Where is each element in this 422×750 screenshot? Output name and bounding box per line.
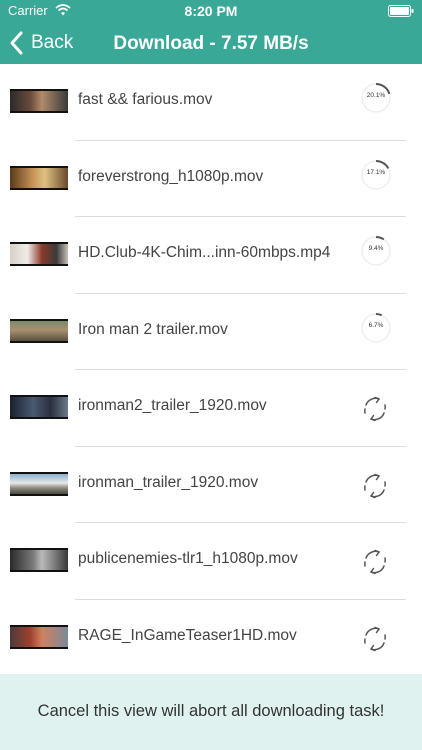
waiting-refresh-icon (364, 626, 386, 651)
video-thumbnail (10, 318, 68, 343)
list-item[interactable]: ironman2_trailer_1920.mov (0, 370, 422, 447)
video-thumbnail (10, 471, 68, 496)
list-item[interactable]: RAGE_InGameTeaser1HD.mov (0, 600, 422, 677)
footer-message: Cancel this view will abort all download… (37, 702, 385, 720)
video-thumbnail (10, 165, 68, 190)
file-name: ironman_trailer_1920.mov (78, 473, 259, 491)
list-item[interactable]: ironman_trailer_1920.mov (0, 447, 422, 524)
file-name: ironman2_trailer_1920.mov (78, 397, 267, 414)
video-thumbnail (10, 395, 68, 419)
progress-percent: 20.1% (366, 92, 386, 99)
status-bar: Carrier 8:20 PM (0, 0, 422, 22)
file-name: Iron man 2 trailer.mov (78, 320, 228, 338)
waiting-refresh-icon (364, 473, 386, 498)
list-item[interactable]: HD.Club-4K-Chim...inn-60mbps.mp4 9.4% (0, 217, 422, 294)
progress-percent: 17.1% (366, 168, 386, 176)
list-item[interactable]: publicenemies-tlr1_h1080p.mov (0, 523, 422, 600)
file-name: RAGE_InGameTeaser1HD.mov (78, 626, 297, 644)
battery-icon (388, 5, 414, 17)
file-name: foreverstrong_h1080p.mov (78, 167, 264, 185)
progress-indicator: 9.4% (360, 235, 392, 267)
download-list: fast && farious.mov 20.1% foreverstrong_… (0, 64, 422, 676)
progress-indicator: 17.1% (360, 159, 392, 191)
video-thumbnail (10, 548, 68, 572)
page-title: Download - 7.57 MB/s (113, 33, 309, 54)
footer-warning: Cancel this view will abort all download… (0, 674, 422, 750)
video-thumbnail (10, 89, 68, 113)
progress-indicator: 20.1% (360, 82, 392, 114)
status-time: 8:20 PM (184, 3, 238, 19)
waiting-refresh-icon (364, 396, 386, 422)
file-name: HD.Club-4K-Chim...inn-60mbps.mp4 (78, 244, 331, 261)
list-item[interactable]: fast && farious.mov 20.1% (0, 64, 422, 141)
list-item[interactable]: foreverstrong_h1080p.mov 17.1% (0, 141, 422, 218)
video-thumbnail (10, 242, 68, 266)
progress-indicator: 6.7% (360, 312, 392, 344)
header-bar: Carrier 8:20 PM Back Download - 7.57 MB/… (0, 0, 422, 64)
file-name: fast && farious.mov (78, 91, 213, 108)
progress-percent: 6.7% (368, 321, 384, 329)
video-thumbnail (10, 624, 68, 649)
list-item[interactable]: Iron man 2 trailer.mov 6.7% (0, 294, 422, 371)
navigation-bar: Back Download - 7.57 MB/s (0, 22, 422, 64)
waiting-refresh-icon (364, 549, 386, 575)
file-name: publicenemies-tlr1_h1080p.mov (78, 550, 298, 567)
progress-percent: 9.4% (368, 245, 384, 252)
